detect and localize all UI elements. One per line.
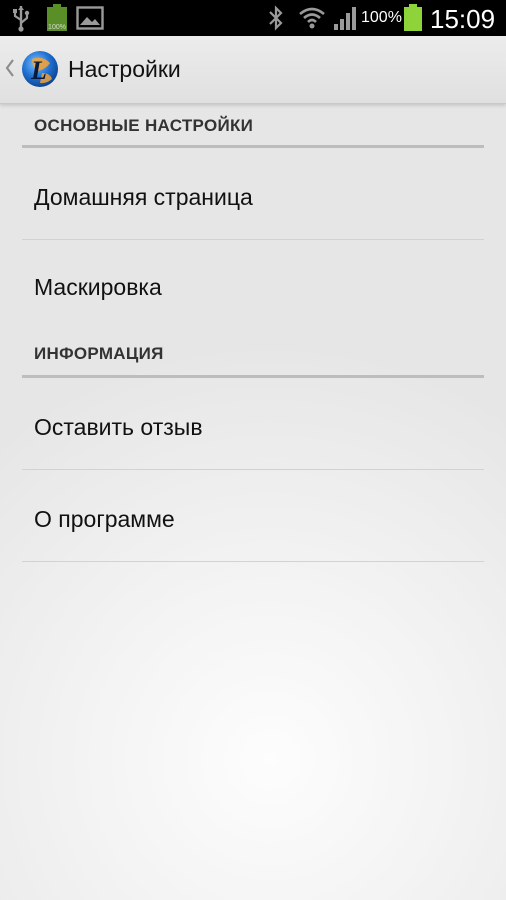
app-logo[interactable]: L bbox=[20, 49, 60, 89]
category-main-settings: ОСНОВНЫЕ НАСТРОЙКИ bbox=[22, 116, 484, 148]
bluetooth-icon bbox=[266, 0, 286, 36]
status-bar: 100% 100% 15:09 bbox=[0, 0, 506, 36]
category-title: ИНФОРМАЦИЯ bbox=[34, 344, 164, 363]
pref-item-home-page[interactable]: Домашняя страница bbox=[22, 148, 484, 240]
clock: 15:09 bbox=[430, 4, 496, 34]
pref-item-label: Домашняя страница bbox=[34, 184, 253, 210]
pref-item-label: Оставить отзыв bbox=[34, 414, 203, 440]
battery-small-text: 100% bbox=[48, 24, 66, 31]
battery-percent: 100% bbox=[361, 9, 402, 26]
pref-item-about[interactable]: О программе bbox=[22, 470, 484, 562]
action-bar: L Настройки bbox=[0, 36, 506, 104]
battery-icon bbox=[402, 0, 424, 36]
pref-item-label: Маскировка bbox=[34, 274, 162, 300]
app-logo-letter: L bbox=[30, 56, 47, 85]
pref-item-feedback[interactable]: Оставить отзыв bbox=[22, 378, 484, 470]
category-title: ОСНОВНЫЕ НАСТРОЙКИ bbox=[34, 116, 254, 135]
pref-item-masking[interactable]: Маскировка bbox=[22, 240, 484, 340]
usb-icon bbox=[10, 0, 32, 36]
signal-icon bbox=[332, 0, 358, 36]
gallery-icon bbox=[76, 0, 104, 36]
category-information: ИНФОРМАЦИЯ bbox=[22, 344, 484, 378]
battery-full-small-icon: 100% bbox=[46, 0, 68, 36]
pref-item-label: О программе bbox=[34, 506, 175, 532]
page-title: Настройки bbox=[68, 56, 181, 82]
back-chevron-icon[interactable] bbox=[4, 53, 18, 83]
wifi-icon bbox=[298, 0, 326, 36]
